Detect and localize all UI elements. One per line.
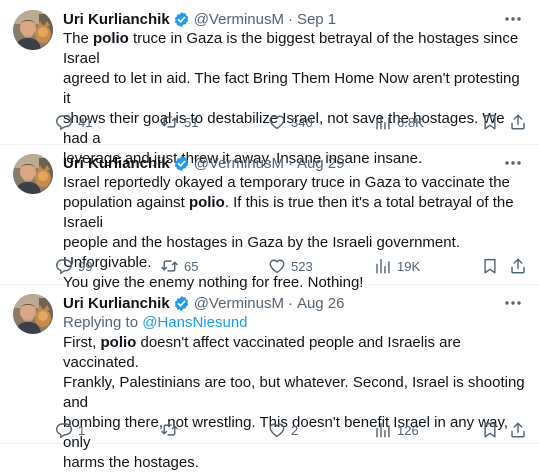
tweet[interactable]: Uri Kurlianchik @VerminusM · Aug 29 Israel r… [0,145,539,291]
retweet-button[interactable]: 51 [160,111,198,133]
heart-icon [268,421,291,439]
views-chart-icon [374,257,397,275]
replying-to-label: Replying to [63,314,143,331]
views-chart-icon [374,421,397,439]
verified-badge-icon [173,155,190,172]
views-button[interactable]: 6.8K [374,111,424,133]
heart-icon [268,113,291,131]
replying-to-mention[interactable]: @HansNiesund [142,314,247,331]
bookmark-button[interactable] [481,255,504,277]
tweet[interactable]: Uri Kurlianchik @VerminusM · Aug 26 Replying… [0,285,539,471]
author-handle[interactable]: @VerminusM [194,155,284,172]
reply-icon [55,113,78,131]
replies-count: 1 [78,422,86,438]
replies-count: 99 [78,258,93,274]
share-icon [509,113,532,131]
like-button[interactable]: 340 [268,111,313,133]
avatar[interactable] [13,10,53,50]
separator-dot: · [287,154,293,172]
tweet-text-line: agreed to let in aid. The fact Bring The… [63,69,528,109]
views-count: 19K [397,258,421,274]
share-button[interactable] [509,111,532,133]
bookmark-button[interactable] [481,419,504,441]
text-segment: harms the hostages. [63,454,199,471]
tweet-date[interactable]: Aug 29 [297,155,345,172]
replies-count: 41 [78,114,93,130]
text-segment: agreed to let in aid. The fact Bring The… [63,70,520,107]
likes-count: 2 [291,422,299,438]
reply-button[interactable]: 99 [55,255,92,277]
bookmark-button[interactable] [481,111,504,133]
tweet-header: Uri Kurlianchik @VerminusM · Aug 26 [63,293,345,313]
more-options-icon[interactable] [501,10,525,28]
share-icon [509,421,532,439]
highlighted-keyword: polio [93,30,129,47]
bookmark-icon [481,113,504,131]
retweet-icon [160,113,184,131]
tweet-text-line: population against polio. If this is tru… [63,193,528,233]
author-name[interactable]: Uri Kurlianchik [63,295,170,312]
tweet-text-line: harms the hostages. [63,453,528,473]
tweet-actions: 41 51 340 6.8K [55,111,533,133]
more-options-icon[interactable] [501,294,525,312]
text-segment: First, [63,334,101,351]
replying-to: Replying to @HansNiesund [63,313,248,333]
likes-count: 523 [291,258,313,274]
author-name[interactable]: Uri Kurlianchik [63,11,170,28]
tweet-date[interactable]: Sep 1 [297,11,336,28]
retweets-count: 51 [184,114,199,130]
more-options-icon[interactable] [501,154,525,172]
tweet-header: Uri Kurlianchik @VerminusM · Sep 1 [63,9,336,29]
text-segment: truce in Gaza is the biggest betrayal of… [63,30,519,67]
verified-badge-icon [173,11,190,28]
bookmark-icon [481,421,504,439]
highlighted-keyword: polio [100,334,137,351]
text-segment: The [63,30,94,47]
tweet-text-line: Israel reportedly okayed a temporary tru… [63,173,528,193]
bookmark-icon [481,257,504,275]
heart-icon [268,257,291,275]
reply-button[interactable]: 41 [55,111,92,133]
share-button[interactable] [509,419,532,441]
text-segment: population against [63,194,189,211]
retweet-icon [160,421,184,439]
author-name[interactable]: Uri Kurlianchik [63,155,170,172]
tweet-text-line: The polio truce in Gaza is the biggest b… [63,29,528,69]
retweet-button[interactable]: 65 [160,255,198,277]
tweet-text-line: Frankly, Palestinians are too, but whate… [63,373,528,413]
share-icon [509,257,532,275]
tweet-header: Uri Kurlianchik @VerminusM · Aug 29 [63,153,345,173]
views-button[interactable]: 126 [374,419,419,441]
reply-button[interactable]: 1 [55,419,85,441]
tweet-actions: 99 65 523 19K [55,255,533,277]
avatar[interactable] [13,294,53,334]
reply-icon [55,257,78,275]
retweet-button[interactable] [160,419,184,441]
separator-dot: · [287,294,293,312]
tweet-actions: 1 2 126 [55,419,533,441]
verified-badge-icon [173,295,190,312]
like-button[interactable]: 2 [268,419,298,441]
views-button[interactable]: 19K [374,255,420,277]
highlighted-keyword: polio [188,194,225,211]
retweet-icon [160,257,184,275]
author-handle[interactable]: @VerminusM [194,11,284,28]
author-handle[interactable]: @VerminusM [194,295,284,312]
like-button[interactable]: 523 [268,255,313,277]
avatar[interactable] [13,154,53,194]
likes-count: 340 [291,114,313,130]
share-button[interactable] [509,255,532,277]
tweet-text-line: First, polio doesn't affect vaccinated p… [63,333,528,373]
tweet-text: First, polio doesn't affect vaccinated p… [63,333,528,473]
views-chart-icon [374,113,397,131]
tweet-date[interactable]: Aug 26 [297,295,345,312]
text-segment: Israel reportedly okayed a temporary tru… [63,174,510,191]
retweets-count: 65 [184,258,199,274]
tweet[interactable]: Uri Kurlianchik @VerminusM · Sep 1 The polio… [0,0,539,167]
separator-dot: · [287,10,293,28]
reply-icon [55,421,78,439]
text-segment: Frankly, Palestinians are too, but whate… [63,374,525,411]
views-count: 6.8K [397,114,424,130]
views-count: 126 [397,422,419,438]
